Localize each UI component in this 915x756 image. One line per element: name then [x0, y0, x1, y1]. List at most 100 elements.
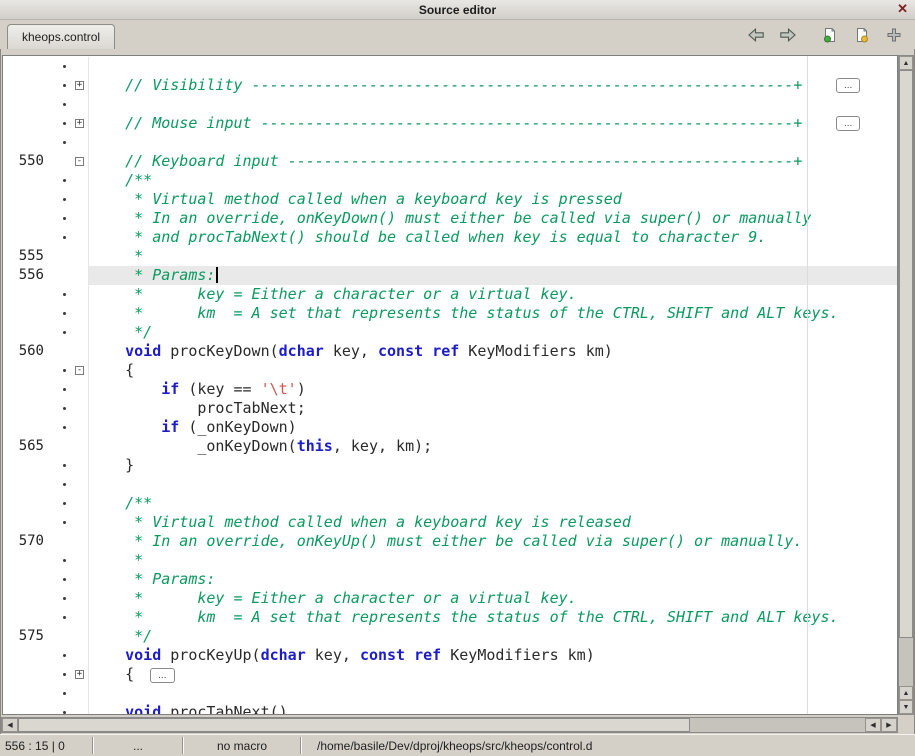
code-line[interactable]: if (_onKeyDown): [3, 418, 897, 437]
code-line[interactable]: void procKeyUp(dchar key, const ref KeyM…: [3, 646, 897, 665]
code-text[interactable]: [89, 133, 897, 152]
code-text[interactable]: [89, 57, 897, 76]
code-text[interactable]: [89, 475, 897, 494]
code-line[interactable]: 570 * In an override, onKeyUp() must eit…: [3, 532, 897, 551]
code-text[interactable]: // Visibility --------------------------…: [89, 76, 897, 95]
code-text[interactable]: */: [89, 323, 897, 342]
horizontal-scroll-track[interactable]: [18, 718, 865, 732]
code-line[interactable]: + // Visibility ------------------------…: [3, 76, 897, 95]
nav-back-button[interactable]: [745, 25, 767, 45]
code-text[interactable]: *: [89, 247, 897, 266]
code-text[interactable]: {: [89, 361, 897, 380]
fold-ellipsis-button[interactable]: ...: [836, 78, 860, 93]
code-text[interactable]: * In an override, onKeyDown() must eithe…: [89, 209, 897, 228]
code-text[interactable]: * Virtual method called when a keyboard …: [89, 513, 897, 532]
scroll-left-secondary-icon[interactable]: ◀: [865, 718, 881, 732]
fold-toggle[interactable]: -: [73, 361, 89, 380]
vertical-scroll-thumb[interactable]: [899, 70, 913, 638]
horizontal-scrollbar[interactable]: ◀ ◀ ▶: [1, 717, 898, 733]
code-line[interactable]: + // Mouse input -----------------------…: [3, 114, 897, 133]
code-line[interactable]: * and procTabNext() should be called whe…: [3, 228, 897, 247]
code-text[interactable]: void procKeyDown(dchar key, const ref Ke…: [89, 342, 897, 361]
code-text[interactable]: procTabNext;: [89, 399, 897, 418]
code-text[interactable]: if (_onKeyDown): [89, 418, 897, 437]
code-text[interactable]: /**: [89, 171, 897, 190]
code-line[interactable]: * km = A set that represents the status …: [3, 608, 897, 627]
code-line[interactable]: 555 *: [3, 247, 897, 266]
code-line[interactable]: * key = Either a character or a virtual …: [3, 589, 897, 608]
code-line[interactable]: /**: [3, 171, 897, 190]
code-text[interactable]: */: [89, 627, 897, 646]
code-line[interactable]: 556 * Params:: [3, 266, 897, 285]
scroll-down-icon[interactable]: ▼: [899, 700, 913, 714]
fold-collapse-icon[interactable]: -: [75, 157, 84, 166]
code-text[interactable]: void procKeyUp(dchar key, const ref KeyM…: [89, 646, 897, 665]
fold-collapse-icon[interactable]: -: [75, 366, 84, 375]
code-text[interactable]: *: [89, 551, 897, 570]
code-text[interactable]: /**: [89, 494, 897, 513]
scroll-right-icon[interactable]: ▶: [881, 718, 897, 732]
code-line[interactable]: * Virtual method called when a keyboard …: [3, 190, 897, 209]
fold-expand-icon[interactable]: +: [75, 81, 84, 90]
code-text[interactable]: [89, 684, 897, 703]
code-text[interactable]: [89, 95, 897, 114]
code-text[interactable]: void procTabNext(): [89, 703, 897, 715]
code-text[interactable]: if (key == '\t'): [89, 380, 897, 399]
fold-ellipsis-button[interactable]: ...: [836, 116, 860, 131]
code-line[interactable]: *: [3, 551, 897, 570]
code-line[interactable]: 560 void procKeyDown(dchar key, const re…: [3, 342, 897, 361]
fold-expand-icon[interactable]: +: [75, 119, 84, 128]
code-line[interactable]: 550- // Keyboard input -----------------…: [3, 152, 897, 171]
code-line[interactable]: * Params:: [3, 570, 897, 589]
code-text[interactable]: * km = A set that represents the status …: [89, 608, 897, 627]
code-text[interactable]: * key = Either a character or a virtual …: [89, 285, 897, 304]
detach-editor-button[interactable]: [883, 25, 905, 45]
code-text[interactable]: * key = Either a character or a virtual …: [89, 589, 897, 608]
code-line[interactable]: if (key == '\t'): [3, 380, 897, 399]
code-text[interactable]: * and procTabNext() should be called whe…: [89, 228, 897, 247]
code-line[interactable]: */: [3, 323, 897, 342]
vertical-scroll-track[interactable]: [899, 70, 913, 686]
scroll-up-icon[interactable]: ▲: [899, 56, 913, 70]
code-line[interactable]: void procTabNext(): [3, 703, 897, 715]
fold-toggle[interactable]: +: [73, 665, 89, 684]
code-text[interactable]: // Keyboard input ----------------------…: [89, 152, 897, 171]
code-text[interactable]: * Virtual method called when a keyboard …: [89, 190, 897, 209]
code-line[interactable]: [3, 475, 897, 494]
code-line[interactable]: 565 _onKeyDown(this, key, km);: [3, 437, 897, 456]
close-icon[interactable]: ✕: [897, 1, 908, 17]
code-line[interactable]: 575 */: [3, 627, 897, 646]
code-line[interactable]: + {...: [3, 665, 897, 684]
code-line[interactable]: [3, 95, 897, 114]
code-text[interactable]: * km = A set that represents the status …: [89, 304, 897, 323]
fold-toggle[interactable]: +: [73, 114, 89, 133]
code-text[interactable]: {...: [89, 665, 897, 684]
horizontal-scroll-thumb[interactable]: [18, 718, 690, 732]
code-text[interactable]: * In an override, onKeyUp() must either …: [89, 532, 897, 551]
code-line[interactable]: /**: [3, 494, 897, 513]
fold-expand-icon[interactable]: +: [75, 670, 84, 679]
code-text[interactable]: // Mouse input -------------------------…: [89, 114, 897, 133]
scroll-left-icon[interactable]: ◀: [2, 718, 18, 732]
save-file-button[interactable]: [819, 25, 841, 45]
save-file-as-button[interactable]: [851, 25, 873, 45]
code-text[interactable]: * Params:: [89, 266, 897, 285]
code-text[interactable]: * Params:: [89, 570, 897, 589]
title-bar[interactable]: Source editor ✕: [0, 0, 915, 20]
code-text[interactable]: _onKeyDown(this, key, km);: [89, 437, 897, 456]
code-line[interactable]: * km = A set that represents the status …: [3, 304, 897, 323]
tab-kheops-control[interactable]: kheops.control: [7, 24, 115, 49]
code-text[interactable]: }: [89, 456, 897, 475]
scroll-up-secondary-icon[interactable]: ▲: [899, 686, 913, 700]
code-line[interactable]: * Virtual method called when a keyboard …: [3, 513, 897, 532]
code-line[interactable]: - {: [3, 361, 897, 380]
fold-toggle[interactable]: -: [73, 152, 89, 171]
code-line[interactable]: * key = Either a character or a virtual …: [3, 285, 897, 304]
code-line[interactable]: [3, 133, 897, 152]
code-area[interactable]: + // Visibility ------------------------…: [3, 57, 897, 714]
fold-toggle[interactable]: +: [73, 76, 89, 95]
vertical-scrollbar[interactable]: ▲ ▲ ▼: [898, 55, 914, 715]
code-line[interactable]: [3, 684, 897, 703]
code-line[interactable]: [3, 57, 897, 76]
code-editor[interactable]: + // Visibility ------------------------…: [2, 55, 898, 715]
